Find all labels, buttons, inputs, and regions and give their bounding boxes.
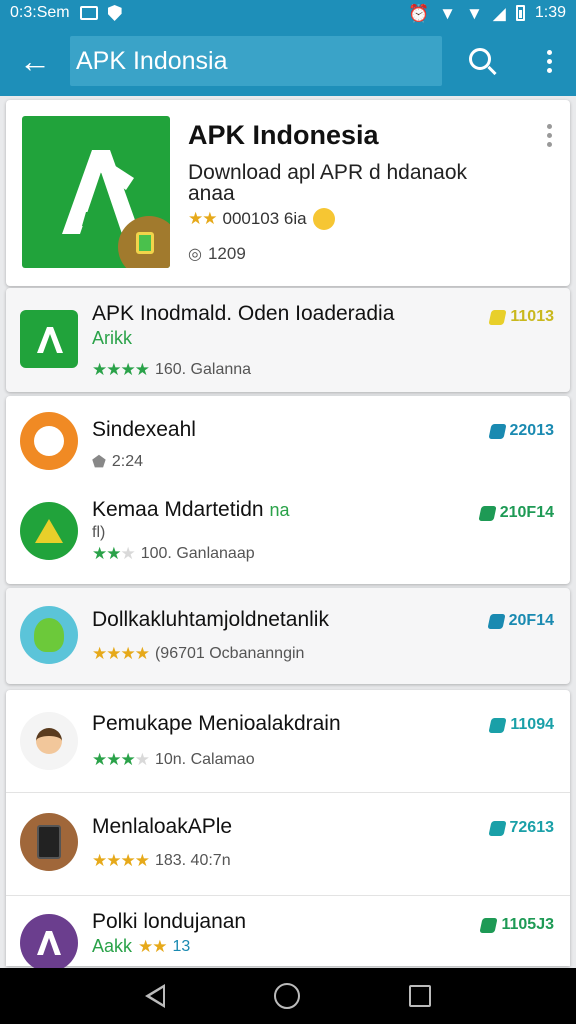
featured-description: Download apl APR d hdanaok anaa: [188, 161, 468, 205]
more-options-button[interactable]: [522, 26, 576, 96]
more-vert-icon: [546, 49, 552, 55]
featured-app-icon: [22, 116, 170, 268]
tag-icon: [487, 423, 507, 439]
rating-stars: ★★: [138, 936, 168, 956]
app-price: 1105J3: [479, 916, 554, 934]
rating-meta: 10n. Calamao: [154, 751, 255, 768]
alarm-icon: ⏰: [407, 3, 430, 23]
nav-recents-icon[interactable]: [409, 985, 432, 1007]
app-price: 72613: [487, 819, 554, 837]
tag-icon: [487, 820, 507, 836]
tag-icon: [478, 505, 497, 521]
app-icon: [20, 606, 78, 664]
tag-icon: [479, 917, 499, 933]
app-rating: ★★★★ (96701 Ocbananngin: [92, 644, 304, 664]
emoji-icon: [312, 208, 335, 230]
list-item[interactable]: Kemaa Mdartetidn na fl) ★★★ 100. Ganlana…: [6, 488, 570, 584]
rating-meta: (96701 Ocbananngin: [154, 645, 305, 662]
installs-icon: ◎: [188, 246, 202, 263]
app-title: Polki londujanan: [92, 910, 247, 933]
list-item[interactable]: Dollkakluhtamjoldnetanlik ★★★★ (96701 Oc…: [6, 588, 570, 684]
search-button[interactable]: [442, 26, 522, 96]
app-rating: ★★★★ 160. Galanna: [92, 360, 251, 380]
app-price: 22013: [487, 422, 554, 440]
back-button[interactable]: ←: [0, 26, 70, 96]
list-item[interactable]: APK Inodmald. Oden Ioaderadia Arikk ★★★★…: [6, 288, 570, 392]
arrow-left-icon: ←: [19, 42, 51, 79]
app-price: 210F14: [478, 504, 554, 522]
battery-icon: [515, 5, 525, 21]
app-icon: [20, 914, 78, 972]
app-rating: ⬟ 2:24: [92, 452, 143, 472]
search-input[interactable]: APK Indonsia: [70, 36, 442, 86]
app-title: Kemaa Mdartetidn na: [92, 498, 290, 521]
app-icon: [20, 310, 78, 368]
status-bar: 0:3:Sem ⏰ ▼ ▼ ◢ 1:39: [0, 0, 576, 26]
rating-text: 000103 6ia: [222, 209, 307, 228]
navigation-bar: [0, 968, 576, 1024]
app-icon: [20, 412, 78, 470]
featured-installs: ◎ 1209: [188, 244, 246, 264]
installs-count: 1209: [207, 244, 246, 263]
nav-back-icon[interactable]: [144, 984, 165, 1008]
list-item[interactable]: Polki londujanan Aakk ★★ 13 1105J3: [6, 896, 570, 972]
featured-title: APK Indonesia: [188, 120, 379, 150]
app-card: APK Inodmald. Oden Ioaderadia Arikk ★★★★…: [6, 288, 570, 392]
app-title: Sindexeahl: [92, 418, 196, 441]
tag-icon: [488, 309, 507, 325]
app-price: 11094: [488, 716, 554, 734]
app-card: Pemukape Menioalakdrain ★★★★ 10n. Calama…: [6, 690, 570, 972]
rating-meta: 2:24: [111, 453, 144, 470]
search-icon: [469, 48, 491, 70]
card-more-button[interactable]: [547, 124, 552, 147]
status-time: 0:3:Sem: [10, 4, 70, 21]
app-rating: ★★★ 100. Ganlanaap: [92, 544, 255, 563]
shield-icon: [107, 5, 122, 21]
list-item[interactable]: Pemukape Menioalakdrain ★★★★ 10n. Calama…: [6, 690, 570, 792]
status-clock: 1:39: [534, 4, 566, 21]
app-title: APK Inodmald. Oden Ioaderadia: [92, 302, 395, 325]
wifi-icon: ▼: [465, 3, 483, 23]
rating-stars: ★★★★: [92, 360, 150, 379]
wifi-icon: ▼: [439, 3, 456, 23]
app-title: Dollkakluhtamjoldnetanlik: [92, 608, 329, 631]
app-icon: [20, 502, 78, 560]
featured-app-card[interactable]: APK Indonesia Download apl APR d hdanaok…: [6, 100, 570, 286]
app-card: Sindexeahl ⬟ 2:24 22013 Kemaa Mdartetidn…: [6, 396, 570, 584]
rating-meta: 183. 40:7n: [154, 852, 231, 869]
app-title: MenlaloakAPle: [92, 815, 233, 838]
app-bar: ← APK Indonsia: [0, 26, 576, 96]
list-item[interactable]: MenlaloakAPle ★★★★ 183. 40:7n 72613: [6, 793, 570, 895]
featured-rating: ★★ 000103 6ia: [188, 208, 335, 230]
app-card: Dollkakluhtamjoldnetanlik ★★★★ (96701 Oc…: [6, 588, 570, 684]
apk-logo-icon: [37, 327, 63, 353]
rating-meta: 160. Galanna: [154, 361, 252, 378]
more-vert-icon: [547, 124, 552, 129]
app-subtitle: fl): [92, 524, 106, 541]
location-icon: ⬟: [92, 454, 106, 471]
app-icon: [20, 813, 78, 871]
app-title: Pemukape Menioalakdrain: [92, 712, 341, 735]
apk-logo-icon: [37, 931, 61, 955]
rating-stars: ★★: [188, 209, 218, 228]
app-rating: ★★★★ 183. 40:7n: [92, 851, 231, 871]
list-item[interactable]: Sindexeahl ⬟ 2:24 22013: [6, 396, 570, 488]
tag-icon: [488, 717, 507, 733]
signal-icon: ◢: [492, 3, 506, 23]
rating-meta: 100. Ganlanaap: [140, 545, 255, 562]
notification-box-icon: [79, 6, 98, 20]
app-rating: Aakk ★★ 13: [92, 936, 191, 956]
rating-stars: ★★★★: [92, 644, 150, 663]
app-subtitle: Arikk: [92, 328, 132, 348]
app-rating: ★★★★ 10n. Calamao: [92, 750, 255, 769]
app-icon: [20, 712, 78, 770]
rating-meta: 13: [172, 937, 191, 955]
app-price: 20F14: [487, 612, 554, 630]
rating-stars: ★★★★: [92, 851, 150, 870]
tag-icon: [487, 613, 506, 629]
nav-home-icon[interactable]: [273, 983, 300, 1009]
app-price: 11013: [488, 308, 554, 326]
